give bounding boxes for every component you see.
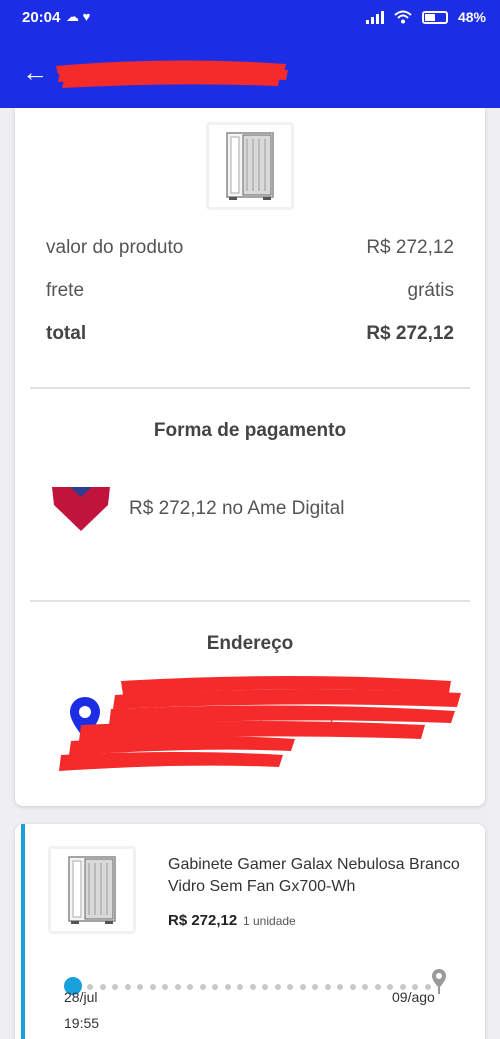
signal-icon bbox=[365, 10, 384, 24]
summary-label: total bbox=[46, 323, 87, 344]
product-image bbox=[206, 122, 294, 210]
battery-level: 48% bbox=[457, 9, 486, 25]
notification-icons: ☁ ♥ bbox=[66, 9, 91, 24]
summary-value: grátis bbox=[407, 280, 454, 301]
status-bar: 20:04 ☁ ♥ 48% bbox=[0, 0, 500, 36]
timeline-start-time: 19:55 bbox=[64, 1015, 100, 1031]
app-header: ← bbox=[0, 36, 500, 108]
summary-label: frete bbox=[46, 280, 85, 301]
cut-off-text bbox=[145, 108, 365, 113]
redacted-title bbox=[56, 60, 288, 88]
product-price: R$ 272,12 bbox=[168, 912, 238, 929]
card-accent-bar bbox=[21, 824, 25, 1039]
arrow-left-icon[interactable]: ← bbox=[22, 59, 48, 85]
order-summary-card: valor do produto R$ 272,12 frete grátis … bbox=[15, 108, 485, 806]
payment-title: Forma de pagamento bbox=[153, 420, 347, 441]
divider bbox=[30, 600, 470, 602]
summary-label: valor do produto bbox=[46, 237, 184, 258]
timeline-end-date: 09/ago bbox=[392, 989, 435, 1005]
address-title: Endereço bbox=[206, 633, 294, 654]
battery-icon bbox=[421, 10, 448, 24]
divider bbox=[30, 387, 470, 389]
summary-row-product: valor do produto R$ 272,12 bbox=[46, 237, 454, 259]
delivery-timeline bbox=[63, 968, 446, 998]
status-time: 20:04 bbox=[22, 9, 61, 26]
summary-row-shipping: frete grátis bbox=[46, 280, 454, 302]
summary-value: R$ 272,12 bbox=[366, 237, 454, 258]
summary-row-total: total R$ 272,12 bbox=[46, 323, 454, 345]
product-name: Gabinete Gamer Galax Nebulosa Branco Vid… bbox=[168, 856, 460, 895]
timeline-dots bbox=[87, 984, 431, 990]
product-image bbox=[48, 846, 136, 934]
order-item-card[interactable]: Gabinete Gamer Galax Nebulosa Branco Vid… bbox=[15, 824, 485, 1039]
payment-method-text: R$ 272,12 no Ame Digital bbox=[129, 498, 345, 519]
summary-value: R$ 272,12 bbox=[366, 323, 454, 344]
wifi-icon bbox=[394, 10, 412, 24]
timeline-start-date: 28/jul bbox=[64, 989, 98, 1005]
status-right: 48% bbox=[365, 9, 486, 25]
ame-digital-logo-icon bbox=[52, 487, 110, 531]
redacted-address bbox=[59, 676, 461, 771]
product-quantity: 1 unidade bbox=[243, 914, 296, 928]
